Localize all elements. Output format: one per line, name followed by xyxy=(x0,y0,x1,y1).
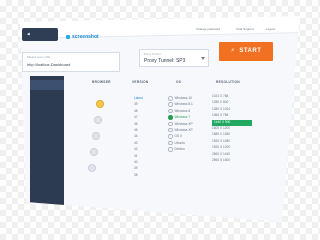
app-window-scene: ◀ screenshot Change password Chat Suppor… xyxy=(0,0,313,240)
os-radio-selected[interactable] xyxy=(168,115,173,120)
url-input-value: http://loalbox.Dashboard xyxy=(27,62,71,67)
os-list: Windows 10 Windows 8.1 Windows 8 Windows… xyxy=(168,96,208,154)
version-item[interactable]: 38 xyxy=(134,173,154,179)
sidebar-active-highlight xyxy=(30,80,64,90)
ie-browser-icon[interactable] xyxy=(88,164,96,172)
change-password-link[interactable]: Change password xyxy=(196,27,220,31)
os-radio[interactable] xyxy=(168,121,173,127)
proxy-tunnel-select-label: Proxy Tunnel xyxy=(144,52,161,56)
back-arrow-icon: ◀ xyxy=(27,32,30,36)
proxy-tunnel-select-value: Proxy Tunnel: SP3 xyxy=(144,58,186,64)
os-radio[interactable] xyxy=(168,96,173,101)
firefox-browser-icon[interactable] xyxy=(94,116,102,124)
app-window: ◀ screenshot Change password Chat Suppor… xyxy=(20,16,300,222)
os-item-label: Debian xyxy=(174,147,185,152)
chrome-browser-icon[interactable] xyxy=(96,100,104,108)
column-header-browser: BROWSER xyxy=(92,80,111,84)
lightning-icon: ⚡ xyxy=(230,48,236,54)
resolution-item[interactable]: 2560 X 1600 xyxy=(212,158,252,164)
logout-link[interactable]: Logout xyxy=(266,27,275,31)
safari-browser-icon[interactable] xyxy=(92,132,100,140)
os-radio[interactable] xyxy=(168,147,173,152)
back-button[interactable]: ◀ xyxy=(22,28,58,41)
proxy-tunnel-select[interactable]: Proxy Tunnel Proxy Tunnel: SP3 xyxy=(139,49,209,67)
logo: screenshot xyxy=(66,34,99,40)
url-input-label: Please enter URL xyxy=(27,55,51,59)
os-item-label: Windows XP xyxy=(174,128,193,133)
os-item-label: Ubuntu xyxy=(174,140,185,145)
sidebar xyxy=(30,76,64,216)
logo-mark-icon xyxy=(66,34,70,39)
chat-support-link[interactable]: Chat Support xyxy=(236,27,254,31)
os-item[interactable]: Debian xyxy=(168,147,208,153)
os-item-label: Windows XP xyxy=(174,121,193,126)
os-radio[interactable] xyxy=(168,127,173,133)
logo-text: screenshot xyxy=(72,34,99,40)
test-config-table: BROWSER VERSION OS RESOLUTION Latest 49 … xyxy=(70,74,280,214)
start-button-label: START xyxy=(239,48,262,54)
top-bar xyxy=(20,16,300,39)
os-radio[interactable] xyxy=(168,134,173,139)
edge-browser-icon[interactable] xyxy=(90,148,98,156)
chevron-down-icon xyxy=(201,57,205,60)
column-header-os: OS xyxy=(176,80,182,84)
os-item-label: Windows 8 xyxy=(174,108,191,113)
os-item-label: OS X xyxy=(174,134,183,139)
version-list: Latest 49 48 47 46 45 44 43 42 41 40 39 … xyxy=(134,96,154,179)
column-header-resolution: RESOLUTION xyxy=(216,80,240,84)
os-radio[interactable] xyxy=(168,108,173,114)
os-item-label: Windows 8.1 xyxy=(174,102,193,107)
os-item-label: Windows 7 xyxy=(174,115,191,120)
url-input[interactable]: Please enter URL http://loalbox.Dashboar… xyxy=(22,52,120,72)
os-item-label: Windows 10 xyxy=(174,96,192,101)
resolution-list: 1024 X 768 1280 X 800 1280 X 1024 1366 X… xyxy=(212,94,252,164)
os-radio[interactable] xyxy=(168,102,173,107)
start-button[interactable]: ⚡ START xyxy=(219,42,273,61)
os-radio[interactable] xyxy=(168,140,173,146)
column-header-version: VERSION xyxy=(132,80,149,84)
